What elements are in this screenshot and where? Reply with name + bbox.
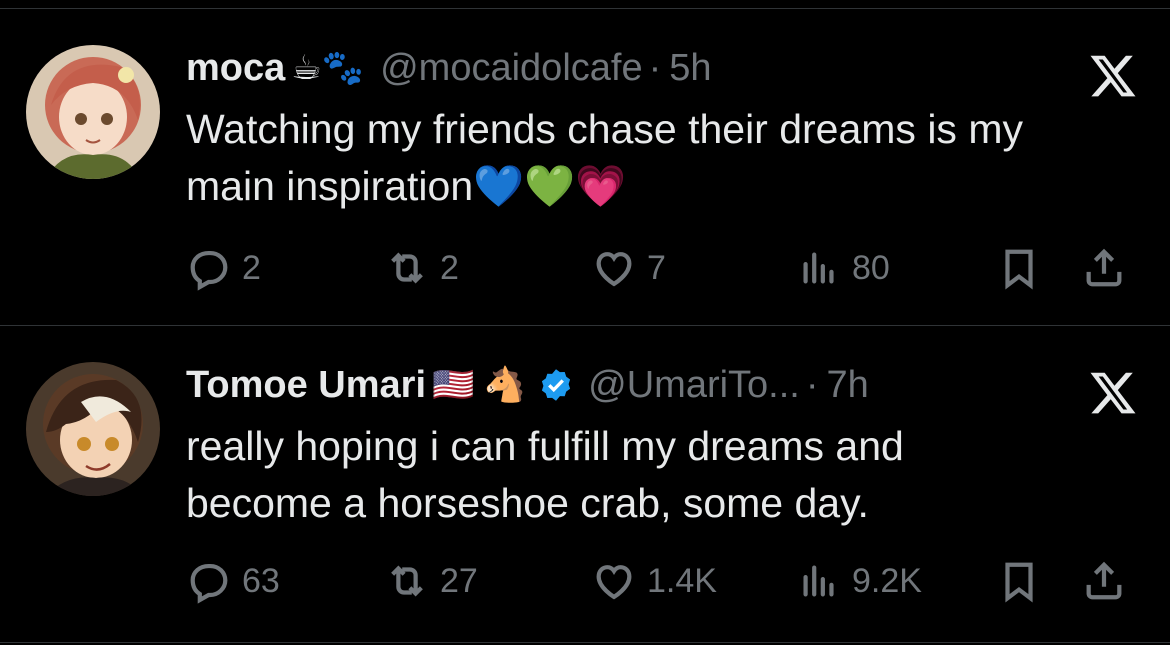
views-button[interactable]: 80 bbox=[796, 237, 890, 299]
tweet-header: moca ☕🐾 @mocaidolcafe · 5h bbox=[186, 43, 712, 93]
reply-button[interactable]: 63 bbox=[186, 550, 280, 612]
views-button[interactable]: 9.2K bbox=[796, 550, 922, 612]
repost-icon bbox=[391, 565, 423, 597]
tweet-text-line: Watching my friends chase their dreams i… bbox=[186, 106, 1023, 152]
repost-count: 2 bbox=[440, 248, 459, 287]
reply-count: 63 bbox=[242, 561, 280, 600]
views-icon bbox=[803, 252, 834, 284]
timestamp[interactable]: 7h bbox=[827, 364, 869, 407]
heart-icon bbox=[596, 252, 632, 287]
bookmark-icon bbox=[1005, 562, 1033, 603]
separator: · bbox=[805, 363, 819, 406]
share-button[interactable] bbox=[1081, 237, 1127, 299]
reply-icon bbox=[190, 563, 228, 604]
verified-badge-icon bbox=[538, 367, 574, 403]
bookmark-button[interactable] bbox=[996, 550, 1042, 612]
like-count: 7 bbox=[647, 248, 666, 287]
repost-button[interactable]: 27 bbox=[384, 550, 478, 612]
tweet-text-line: main inspiration💙💚💗 bbox=[186, 163, 627, 209]
separator: · bbox=[648, 46, 662, 89]
like-button[interactable]: 1.4K bbox=[591, 550, 717, 612]
handle[interactable]: @UmariTo... bbox=[588, 364, 800, 407]
x-logo-icon bbox=[1088, 51, 1138, 101]
tweet-text-line: really hoping i can fulfill my dreams an… bbox=[186, 423, 904, 469]
reply-button[interactable]: 2 bbox=[186, 237, 261, 299]
display-name[interactable]: moca bbox=[186, 47, 285, 90]
tweet-text: Watching my friends chase their dreams i… bbox=[186, 101, 1126, 215]
like-button[interactable]: 7 bbox=[591, 237, 666, 299]
bookmark-icon bbox=[1005, 249, 1033, 290]
action-bar: 63 27 1.4K 9.2K bbox=[186, 550, 1146, 612]
share-icon bbox=[1086, 561, 1122, 600]
handle[interactable]: @mocaidolcafe bbox=[380, 47, 642, 90]
x-logo-icon bbox=[1088, 368, 1138, 418]
reply-icon bbox=[190, 250, 228, 291]
repost-button[interactable]: 2 bbox=[384, 237, 459, 299]
heart-icon bbox=[596, 565, 632, 600]
avatar[interactable] bbox=[26, 362, 160, 496]
tweet-text-line: become a horseshoe crab, some day. bbox=[186, 480, 869, 526]
views-icon bbox=[803, 565, 834, 597]
views-count: 80 bbox=[852, 248, 890, 287]
repost-count: 27 bbox=[440, 561, 478, 600]
bookmark-button[interactable] bbox=[996, 237, 1042, 299]
tweet-header: Tomoe Umari 🇺🇸 🐴 @UmariTo... · 7h bbox=[186, 360, 869, 410]
reply-count: 2 bbox=[242, 248, 261, 287]
share-icon bbox=[1086, 248, 1122, 287]
tweet-card[interactable]: Tomoe Umari 🇺🇸 🐴 @UmariTo... · 7h really… bbox=[0, 325, 1170, 643]
repost-icon bbox=[391, 252, 423, 284]
timestamp[interactable]: 5h bbox=[669, 47, 711, 90]
views-count: 9.2K bbox=[852, 561, 922, 600]
tweet-text: really hoping i can fulfill my dreams an… bbox=[186, 418, 1126, 532]
like-count: 1.4K bbox=[647, 561, 717, 600]
share-button[interactable] bbox=[1081, 550, 1127, 612]
avatar[interactable] bbox=[26, 45, 160, 179]
display-name[interactable]: Tomoe Umari bbox=[186, 364, 426, 407]
name-emoji: ☕🐾 bbox=[291, 49, 365, 87]
action-bar: 2 2 7 80 bbox=[186, 237, 1146, 299]
tweet-card[interactable]: moca ☕🐾 @mocaidolcafe · 5h Watching my f… bbox=[0, 8, 1170, 326]
name-emoji: 🇺🇸 🐴 bbox=[432, 366, 527, 404]
